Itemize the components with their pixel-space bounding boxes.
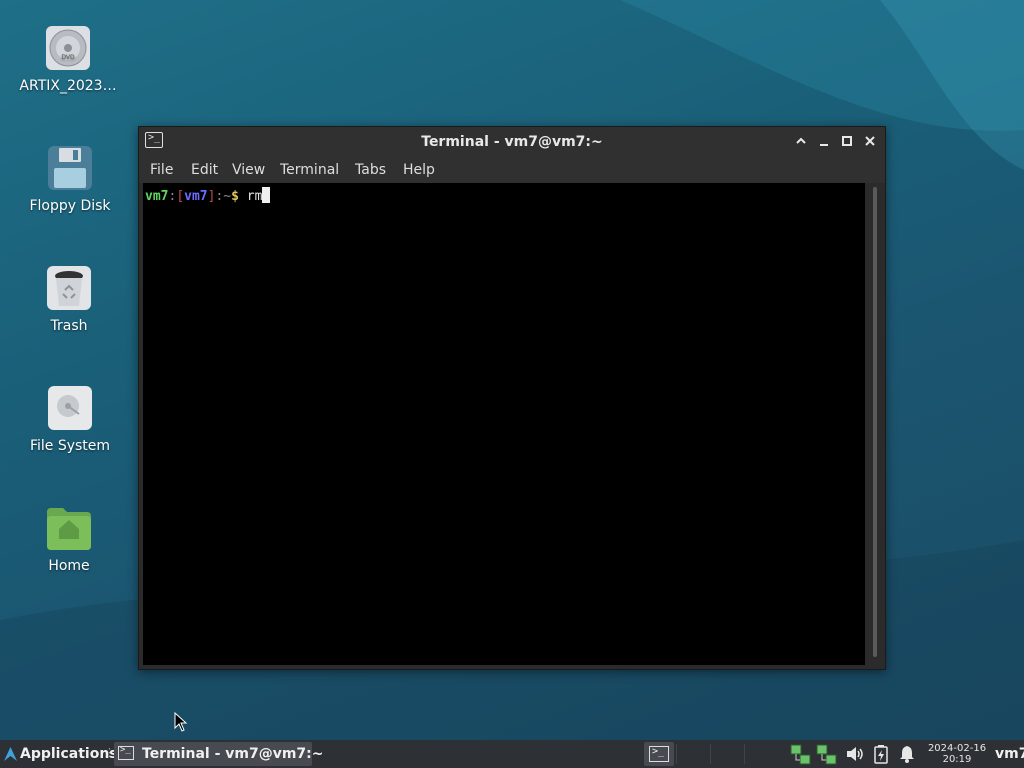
terminal-window[interactable]: >_ Terminal - vm7@vm7:~ File Edit View T… [138,126,886,670]
prompt-symbol: $ [231,189,239,204]
chevron-up-icon [796,137,806,144]
network-icon[interactable] [790,744,812,766]
menu-help[interactable]: Help [403,162,435,178]
clock-time: 20:19 [942,754,972,765]
svg-text:DVD: DVD [61,54,75,61]
desktop-icon-label: Trash [50,318,88,334]
workspace-3[interactable] [712,742,742,766]
floppy-disk-icon [46,144,94,192]
taskbar-item-terminal[interactable]: >_ Terminal - vm7@vm7:~ [114,742,324,766]
desktop-icon-floppy[interactable]: Floppy Disk [10,144,130,214]
workspace-divider [676,744,677,764]
prompt-bracket-left: [ [176,189,185,204]
desktop-icon-label: Home [48,558,90,574]
home-folder-icon [45,504,93,552]
prompt-user: vm7 [145,189,169,204]
hard-drive-icon [46,384,94,432]
terminal-icon: >_ [118,745,134,760]
desktop-icon-home[interactable]: Home [9,504,129,574]
menu-bar: File Edit View Terminal Tabs Help [139,157,885,183]
trash-icon [45,264,93,312]
prompt-host: vm7 [184,189,208,204]
workspace-divider [710,744,711,764]
maximize-button[interactable] [839,133,855,149]
menu-terminal[interactable]: Terminal [280,162,339,178]
notification-bell-icon[interactable] [899,744,915,764]
close-button[interactable] [862,133,878,149]
workspace-2[interactable] [678,742,708,766]
applications-menu-button[interactable]: Applications [0,740,118,768]
user-menu[interactable]: vm7 [995,746,1024,762]
clock-date: 2024-02-16 [927,743,987,754]
prompt-line: vm7:[vm7]:~$ rm [145,187,271,204]
taskbar: Applications ⋮ >_ Terminal - vm7@vm7:~ >… [0,740,1024,768]
desktop-icon-artix[interactable]: DVD ARTIX_2023… [8,24,128,94]
artix-logo-icon [4,747,17,761]
desktop-icon-filesystem[interactable]: File System [10,384,130,454]
terminal-icon: >_ [649,746,669,762]
prompt-path: ~ [223,189,232,204]
minimize-icon [820,144,828,146]
menu-view[interactable]: View [232,162,265,178]
desktop-icon-trash[interactable]: Trash [9,264,129,334]
menu-edit[interactable]: Edit [191,162,218,178]
volume-icon[interactable] [845,744,865,764]
menu-file[interactable]: File [150,162,173,178]
desktop-icon-label: Floppy Disk [29,198,111,214]
network-icon[interactable] [816,744,838,766]
battery-icon[interactable] [873,744,889,764]
optical-disc-icon: DVD [44,24,92,72]
terminal-output[interactable]: vm7:[vm7]:~$ rm [143,183,865,665]
desktop-icon-label: File System [29,438,111,454]
minimize-button[interactable] [816,133,832,149]
workspace-1[interactable]: >_ [644,742,674,766]
terminal-scrollbar[interactable] [873,187,877,657]
maximize-icon [842,136,852,146]
window-title: Terminal - vm7@vm7:~ [421,134,603,150]
close-icon [865,136,875,146]
text-cursor [262,187,271,203]
workspace-4[interactable] [746,742,776,766]
desktop-icon-label: ARTIX_2023… [19,78,117,94]
applications-label: Applications [20,746,118,762]
menu-tabs[interactable]: Tabs [355,162,386,178]
clock[interactable]: 2024-02-16 20:19 [926,743,988,765]
taskbar-item-label: Terminal - vm7@vm7:~ [142,746,324,762]
shade-button[interactable] [793,133,809,149]
mouse-pointer-icon [174,712,188,732]
window-titlebar[interactable]: >_ Terminal - vm7@vm7:~ [139,127,885,157]
workspace-divider [744,744,745,764]
command-input[interactable]: rm [247,189,263,204]
